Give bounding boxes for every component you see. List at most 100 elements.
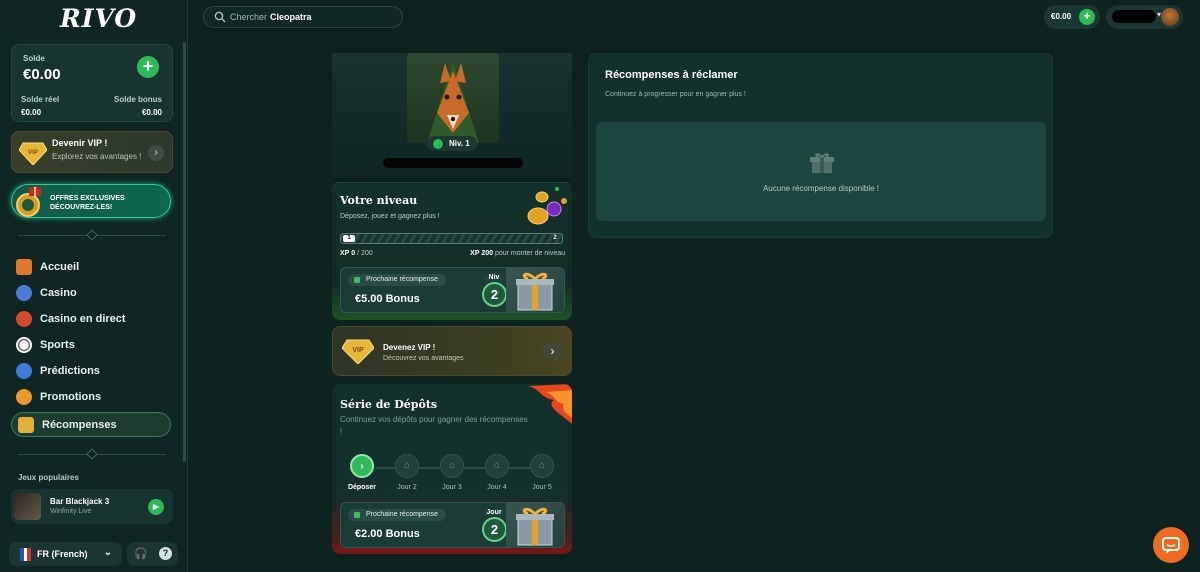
step-day-4: ⌂ Jour 4 (475, 454, 519, 491)
avatar (1161, 8, 1179, 26)
sidebar: RIVO Solde €0.00 + Solde réel Solde bonu… (0, 0, 188, 572)
redacted-username (1112, 10, 1156, 23)
vip-diamond-icon: VIP (342, 339, 374, 364)
predictions-icon (16, 363, 32, 379)
wallet-amount: €0.00 (23, 66, 61, 83)
header-balance-value: €0.00 (1051, 12, 1072, 21)
game-thumbnail (14, 493, 41, 520)
svg-text:VIP: VIP (28, 150, 38, 156)
gift-icon (810, 153, 834, 173)
to-level: 2 (553, 235, 557, 241)
help-icon[interactable]: ? (159, 547, 172, 560)
search-input[interactable]: Chercher Cleopatra (203, 6, 403, 28)
vip-diamond-icon: VIP (19, 142, 47, 165)
gift-box-icon (506, 503, 564, 547)
gift-icon: ⌂ (440, 454, 464, 478)
next-deposit-reward: Prochaine récompense €2.00 Bonus Jour 2 (340, 502, 565, 548)
become-vip-card[interactable]: VIP Devenez VIP ! Découvrez vos avantage… (332, 326, 572, 376)
level-star-icon (433, 139, 443, 149)
language-selector[interactable]: FR (French) ⌄ (9, 542, 122, 566)
redacted-username (383, 158, 523, 168)
chevron-right-icon: › (350, 454, 374, 478)
rewards-subtitle: Continuez à progresser pour en gagner pl… (605, 91, 746, 98)
chevron-right-icon[interactable]: › (543, 342, 562, 361)
next-level-reward: Prochaine récompense €5.00 Bonus Niv 2 (340, 267, 565, 313)
next-reward-label: Prochaine récompense (348, 509, 446, 521)
gift-icon: ⌂ (395, 454, 419, 478)
gift-box-icon (506, 268, 564, 312)
vip-card-title: Devenez VIP ! (383, 343, 436, 352)
game-name: Bar Blackjack 3 (50, 497, 110, 506)
level-subtitle: Déposez, jouez et gagnez plus ! (340, 213, 440, 220)
header-balance[interactable]: €0.00 + (1044, 5, 1100, 29)
promotions-coin-icon (16, 389, 32, 405)
xp-needed: XP 200 pour monter de niveau (470, 250, 565, 257)
rewards-empty-state: Aucune récompense disponible ! (596, 122, 1046, 221)
french-flag-icon (20, 547, 32, 561)
bonus-balance-value: €0.00 (141, 108, 162, 117)
live-chat-button[interactable] (1153, 527, 1189, 563)
deposit-streak-card: Série de Dépôts Continuez vos dépôts pou… (332, 384, 572, 554)
vip-card-subtitle: Découvrez vos avantages (383, 355, 464, 362)
nav-rewards[interactable]: Récompenses (11, 412, 171, 437)
next-reward-level-label: Niv (483, 274, 505, 281)
svg-text:VIP: VIP (352, 347, 364, 354)
search-term: Cleopatra (270, 12, 312, 22)
bonus-balance-label: Solde bonus (114, 95, 162, 104)
section-divider (18, 448, 166, 460)
nav-live-casino[interactable]: Casino en direct (16, 309, 176, 329)
offer-line-2: DÉCOUVREZ-LES! (50, 204, 113, 211)
gift-icon: ⌂ (485, 454, 509, 478)
step-deposit[interactable]: › Déposer (340, 454, 384, 491)
from-level: 1 (343, 235, 355, 242)
nav-predictions[interactable]: Prédictions (16, 361, 176, 381)
next-reward-day-label: Jour (483, 509, 505, 516)
rewards-icon (18, 416, 34, 433)
chevron-right-icon[interactable]: › (148, 145, 164, 161)
deposit-subtitle: Continuez vos dépôts pour gagner des réc… (340, 415, 528, 436)
next-reward-day-badge: 2 (482, 517, 507, 542)
language-label: FR (French) (37, 549, 88, 559)
step-day-3: ⌂ Jour 3 (430, 454, 474, 491)
wallet-title: Solde (23, 54, 45, 63)
step-day-2: ⌂ Jour 2 (385, 454, 429, 491)
account-menu[interactable]: ▾ (1106, 5, 1183, 29)
vip-side-subtitle: Explorez vos avantages ! (52, 152, 142, 161)
rivo-logo[interactable]: RIVO (60, 4, 136, 34)
nav-home[interactable]: Accueil (16, 257, 176, 277)
soccer-ball-icon (16, 337, 32, 353)
gift-icon: ⌂ (530, 454, 554, 478)
next-reward-level-badge: 2 (482, 282, 507, 307)
exclusive-offers-banner[interactable]: OFFRES EXCLUSIVES DÉCOUVREZ-LES! (11, 184, 171, 218)
next-reward-value: €2.00 Bonus (355, 528, 420, 540)
coins-icon (527, 187, 567, 225)
become-vip-banner[interactable]: VIP Devenir VIP ! Explorez vos avantages… (11, 131, 173, 173)
popular-game-item[interactable]: Bar Blackjack 3 Winfinity Live ▶ (11, 489, 173, 524)
game-provider: Winfinity Live (50, 508, 92, 515)
vip-side-title: Devenir VIP ! (52, 138, 108, 148)
support-controls: 🎧 ? (127, 542, 178, 566)
rewards-to-claim-panel: Récompenses à réclamer Continuez à progr… (588, 53, 1053, 238)
wallet-card: Solde €0.00 + Solde réel Solde bonus €0.… (11, 44, 173, 122)
offer-line-1: OFFRES EXCLUSIVES (50, 195, 125, 202)
sidebar-scrollbar[interactable] (183, 42, 186, 462)
nav-sports[interactable]: Sports (16, 335, 176, 355)
xp-current: XP 0 / 200 (340, 250, 373, 257)
rewards-title: Récompenses à réclamer (605, 69, 738, 81)
popular-games-title: Jeux populaires (18, 473, 79, 482)
nav-casino[interactable]: Casino (16, 283, 176, 303)
rewards-empty-text: Aucune récompense disponible ! (762, 184, 880, 193)
deposit-steps: › Déposer ⌂ Jour 2 ⌂ Jour 3 ⌂ Jour 4 ⌂ Jour 5 (340, 454, 565, 494)
real-balance-value: €0.00 (21, 108, 42, 117)
level-pill: Niv. 1 (427, 136, 477, 151)
casino-chip-icon (16, 285, 32, 301)
live-casino-icon (16, 311, 32, 327)
xp-progress-bar: 1 2 (340, 233, 563, 244)
play-icon[interactable]: ▶ (148, 499, 164, 515)
nav-promotions[interactable]: Promotions (16, 387, 176, 407)
next-reward-label: Prochaine récompense (348, 274, 446, 286)
level-card: Votre niveau Déposez, jouez et gagnez pl… (332, 182, 572, 320)
headset-icon[interactable]: 🎧 (134, 547, 148, 560)
deposit-plus-button[interactable]: + (137, 56, 159, 78)
deposit-plus-icon[interactable]: + (1079, 9, 1095, 25)
